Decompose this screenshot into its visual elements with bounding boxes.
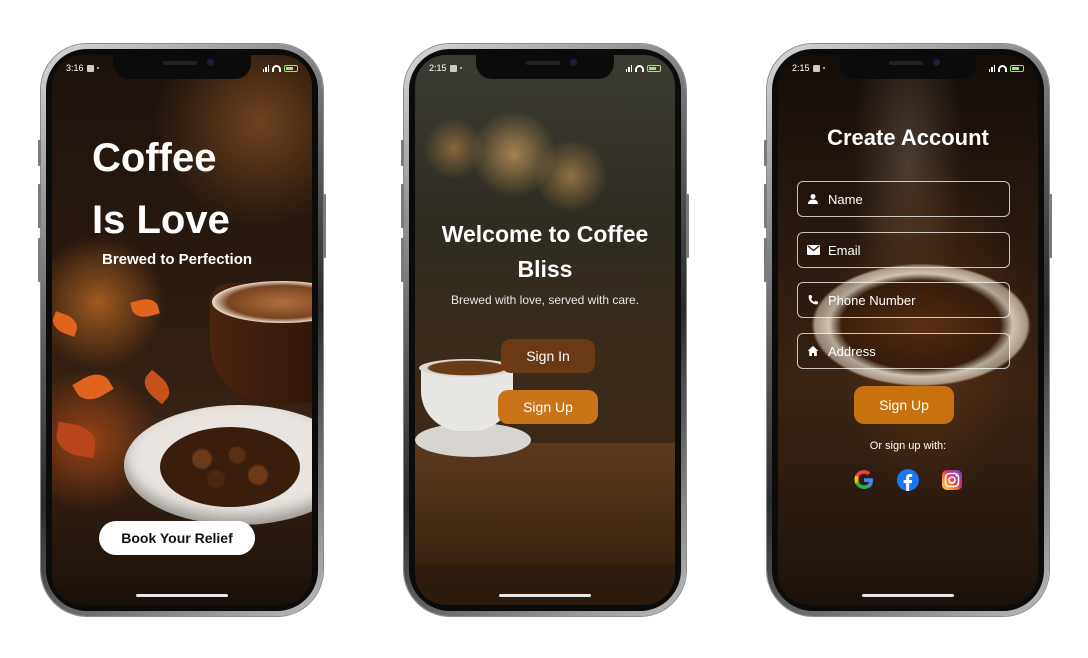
hero-subtitle: Brewed to Perfection [102, 251, 253, 268]
sign-up-button[interactable]: Sign Up [854, 386, 954, 424]
name-field[interactable] [797, 181, 1010, 217]
sign-up-button[interactable]: Sign Up [498, 390, 598, 424]
notification-icon [449, 64, 457, 72]
social-login-row [778, 469, 1038, 491]
mail-icon [806, 243, 820, 257]
more-notifications-icon [459, 67, 462, 69]
battery-icon [647, 64, 661, 72]
status-bar: 2:15 [429, 61, 661, 75]
battery-icon [1010, 64, 1024, 72]
status-time: 2:15 [429, 63, 447, 73]
status-bar: 2:15 [792, 61, 1024, 75]
sign-in-button[interactable]: Sign In [501, 339, 595, 373]
instagram-icon[interactable] [941, 469, 963, 491]
social-prompt: Or sign up with: [869, 440, 947, 452]
phone-field[interactable] [797, 282, 1010, 318]
battery-icon [284, 64, 298, 72]
welcome-title: Welcome to Coffee Bliss [441, 221, 649, 282]
notification-icon [86, 64, 94, 72]
status-bar: 3:16 [66, 61, 298, 75]
phone-frame-2: 2:15 Welcome to Coffee Bliss Brewed with… [401, 44, 689, 616]
person-icon [806, 192, 820, 206]
signal-icon [262, 64, 269, 72]
name-input[interactable] [828, 191, 998, 207]
more-notifications-icon [822, 67, 825, 69]
welcome-screen: 2:15 Welcome to Coffee Bliss Brewed with… [415, 55, 675, 605]
signal-icon [988, 64, 995, 72]
splash-screen: 3:16 Coffee Is Love Brewed to Perfection… [52, 55, 312, 605]
book-your-relief-button[interactable]: Book Your Relief [99, 521, 255, 555]
status-time: 3:16 [66, 63, 84, 73]
hero-title: Coffee Is Love [92, 127, 230, 251]
home-indicator[interactable] [862, 594, 954, 597]
phone-frame-3: 2:15 Create Account Name Email Phone Num… [764, 44, 1052, 616]
more-notifications-icon [96, 67, 99, 69]
home-icon [806, 344, 820, 358]
status-time: 2:15 [792, 63, 810, 73]
wifi-icon [272, 64, 281, 72]
email-input[interactable] [828, 242, 998, 258]
phone-frame-1: 3:16 Coffee Is Love Brewed to Perfection… [38, 44, 326, 616]
notification-icon [812, 64, 820, 72]
hero-title-line-2: Is Love [92, 198, 230, 242]
address-field[interactable] [797, 333, 1010, 369]
hero-title-line-1: Coffee [92, 136, 217, 180]
coffee-cup-image [796, 255, 1038, 395]
email-field[interactable] [797, 232, 1010, 268]
phone-icon [806, 293, 820, 307]
home-indicator[interactable] [499, 594, 591, 597]
wooden-table-image [415, 443, 675, 563]
address-input[interactable] [828, 343, 998, 359]
create-account-screen: 2:15 Create Account Name Email Phone Num… [778, 55, 1038, 605]
wifi-icon [998, 64, 1007, 72]
home-indicator[interactable] [136, 594, 228, 597]
signal-icon [625, 64, 632, 72]
welcome-subtitle: Brewed with love, served with care. [450, 293, 640, 307]
create-account-title: Create Account [827, 125, 989, 150]
facebook-icon[interactable] [897, 469, 919, 491]
phone-input[interactable] [828, 292, 998, 308]
wifi-icon [635, 64, 644, 72]
coffee-beans-image [160, 427, 300, 507]
google-icon[interactable] [853, 469, 875, 491]
